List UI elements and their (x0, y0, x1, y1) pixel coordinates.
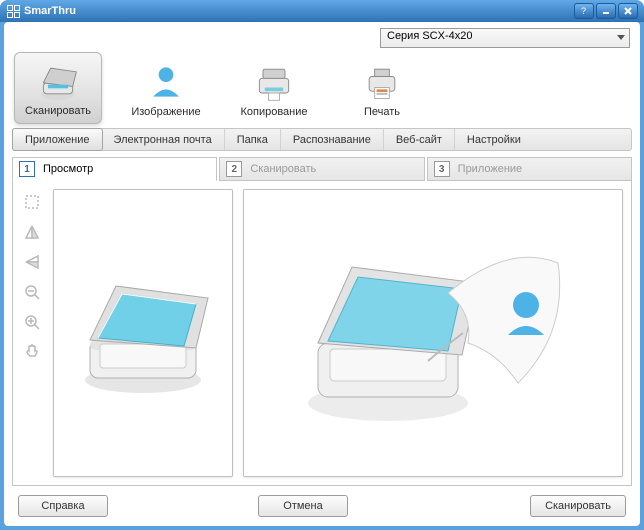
subtab-settings[interactable]: Настройки (455, 129, 533, 150)
step-number: 1 (19, 161, 35, 177)
subtab-website[interactable]: Веб-сайт (384, 129, 455, 150)
scanner-icon (17, 59, 99, 103)
step-number: 2 (226, 161, 242, 177)
subtab-ocr[interactable]: Распознавание (281, 129, 384, 150)
step-label: Просмотр (43, 163, 93, 175)
printer-icon (340, 60, 424, 104)
zoom-out-icon[interactable] (23, 283, 41, 301)
svg-text:?: ? (581, 6, 586, 16)
flip-v-icon[interactable] (23, 253, 41, 271)
preview-panel (53, 189, 233, 477)
side-tools (21, 189, 43, 477)
steptab-preview[interactable]: 1 Просмотр (12, 157, 217, 181)
device-select[interactable]: Серия SCX-4x20 (380, 28, 630, 48)
main-button-copy[interactable]: Копирование (230, 54, 318, 124)
minimize-button[interactable] (596, 3, 616, 19)
main-toolbar: Сканировать Изображение Копирование Печа… (4, 48, 640, 124)
person-icon (124, 60, 208, 104)
scanner-preview-image (68, 268, 218, 398)
subtab-folder[interactable]: Папка (225, 129, 281, 150)
close-button[interactable] (618, 3, 638, 19)
step-tabs: 1 Просмотр 2 Сканировать 3 Приложение (12, 157, 632, 181)
pan-icon[interactable] (23, 343, 41, 361)
app-window: SmarThru ? Серия SCX-4x20 Сканировать (0, 0, 644, 530)
subtab-email[interactable]: Электронная почта (102, 129, 225, 150)
main-button-print[interactable]: Печать (338, 54, 426, 124)
scan-button[interactable]: Сканировать (530, 495, 626, 517)
main-button-label: Изображение (124, 106, 208, 118)
main-button-label: Сканировать (17, 105, 99, 117)
flip-h-icon[interactable] (23, 223, 41, 241)
crop-icon[interactable] (23, 193, 41, 211)
scan-workflow-image (268, 223, 598, 443)
steptab-scan[interactable]: 2 Сканировать (219, 157, 424, 181)
help-button-footer[interactable]: Справка (18, 495, 108, 517)
copier-icon (232, 60, 316, 104)
main-button-image[interactable]: Изображение (122, 54, 210, 124)
main-button-scan[interactable]: Сканировать (14, 52, 102, 124)
step-number: 3 (434, 161, 450, 177)
main-button-label: Печать (340, 106, 424, 118)
step-label: Приложение (458, 163, 523, 175)
stage-panel (243, 189, 623, 477)
app-icon (6, 4, 20, 18)
footer: Справка Отмена Сканировать (4, 486, 640, 526)
cancel-button[interactable]: Отмена (258, 495, 348, 517)
content-area (12, 181, 632, 486)
sub-tabs: Приложение Электронная почта Папка Распо… (12, 128, 632, 151)
subtab-application[interactable]: Приложение (12, 128, 103, 151)
window-title: SmarThru (24, 5, 574, 17)
device-selected-label: Серия SCX-4x20 (387, 30, 472, 42)
titlebar[interactable]: SmarThru ? (0, 0, 644, 22)
client-area: Серия SCX-4x20 Сканировать Изображение (4, 22, 640, 526)
help-button[interactable]: ? (574, 3, 594, 19)
zoom-in-icon[interactable] (23, 313, 41, 331)
step-label: Сканировать (250, 163, 316, 175)
steptab-application[interactable]: 3 Приложение (427, 157, 632, 181)
main-button-label: Копирование (232, 106, 316, 118)
